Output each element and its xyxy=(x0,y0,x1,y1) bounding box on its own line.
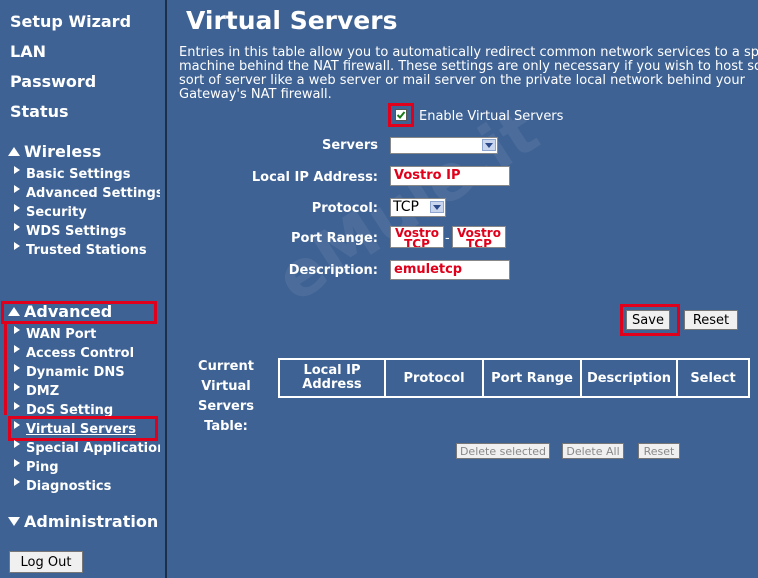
checkmark-icon xyxy=(396,111,406,119)
main-content: eMule.it Virtual Servers Entries in this… xyxy=(174,0,758,578)
bullet-arrow-icon xyxy=(14,459,20,467)
sidebar-item-basic-settings[interactable]: Basic Settings xyxy=(14,166,130,182)
bullet-arrow-icon xyxy=(14,383,20,391)
column-header-local-ip: Local IP Address xyxy=(278,358,386,398)
sidebar-item-dynamic-dns[interactable]: Dynamic DNS xyxy=(14,364,125,380)
protocol-select-value: TCP xyxy=(393,199,419,215)
sidebar-item-label: DMZ xyxy=(26,384,60,399)
enable-virtual-servers-checkbox[interactable] xyxy=(395,109,407,121)
bullet-arrow-icon xyxy=(14,478,20,486)
sidebar-item-dmz[interactable]: DMZ xyxy=(14,383,59,399)
page-title: Virtual Servers xyxy=(186,6,398,35)
sidebar-item-label: Ping xyxy=(26,460,59,475)
sidebar-item-ping[interactable]: Ping xyxy=(14,459,59,475)
delete-all-button[interactable]: Delete All xyxy=(562,443,624,459)
nav-lan[interactable]: LAN xyxy=(10,42,46,61)
reset-button[interactable]: Reset xyxy=(684,310,738,330)
column-header-port-range: Port Range xyxy=(482,358,582,398)
column-header-select: Select xyxy=(676,358,750,398)
bullet-arrow-icon xyxy=(14,440,20,448)
bullet-arrow-icon xyxy=(14,326,20,334)
bullet-arrow-icon xyxy=(14,242,20,250)
port-range-from-field[interactable]: Vostro TCP xyxy=(390,226,444,248)
sidebar-item-label: Advanced Settings xyxy=(26,186,164,201)
sidebar-item-label: WAN Port xyxy=(26,327,97,342)
enable-virtual-servers-label: Enable Virtual Servers xyxy=(419,109,564,124)
sidebar-item-diagnostics[interactable]: Diagnostics xyxy=(14,478,111,494)
column-header-description: Description xyxy=(580,358,678,398)
port-range-label: Port Range: xyxy=(291,231,378,246)
bullet-arrow-icon xyxy=(14,223,20,231)
page-description: Entries in this table allow you to autom… xyxy=(179,45,758,102)
description-field[interactable]: emuletcp xyxy=(390,260,510,280)
section-wireless-label: Wireless xyxy=(24,142,102,161)
highlight-advanced-bracket xyxy=(4,323,10,415)
description-label: Description: xyxy=(288,263,378,278)
bullet-arrow-icon xyxy=(14,345,20,353)
nav-setup-wizard[interactable]: Setup Wizard xyxy=(10,12,131,31)
divider-line xyxy=(165,0,167,578)
table-header-row: Local IP Address Protocol Port Range Des… xyxy=(278,358,750,398)
delete-selected-button[interactable]: Delete selected xyxy=(456,443,550,459)
chevron-down-icon xyxy=(482,139,496,151)
section-administration[interactable]: Administration xyxy=(8,512,158,531)
bullet-arrow-icon xyxy=(14,364,20,372)
highlight-advanced xyxy=(1,301,157,324)
servers-label: Servers xyxy=(321,138,378,153)
chevron-down-icon xyxy=(430,201,444,213)
sidebar-item-label: Dynamic DNS xyxy=(26,365,125,380)
sidebar: Setup Wizard LAN Password Status Wireles… xyxy=(0,0,174,578)
sidebar-item-special-applications[interactable]: Special Applications xyxy=(14,440,174,456)
sidebar-item-label: WDS Settings xyxy=(26,224,127,239)
bullet-arrow-icon xyxy=(14,185,20,193)
sidebar-item-label: Basic Settings xyxy=(26,167,131,182)
virtual-servers-table: Local IP Address Protocol Port Range Des… xyxy=(278,358,750,398)
sidebar-item-wds-settings[interactable]: WDS Settings xyxy=(14,223,126,239)
nav-status[interactable]: Status xyxy=(10,102,69,121)
bullet-arrow-icon xyxy=(14,204,20,212)
nav-password[interactable]: Password xyxy=(10,72,96,91)
logout-button[interactable]: Log Out xyxy=(9,551,83,573)
sidebar-item-label: Access Control xyxy=(26,346,135,361)
save-button[interactable]: Save xyxy=(626,310,670,330)
section-wireless[interactable]: Wireless xyxy=(8,142,101,161)
sidebar-item-advanced-settings[interactable]: Advanced Settings xyxy=(14,185,164,201)
protocol-select[interactable]: TCP xyxy=(390,198,446,217)
protocol-label: Protocol: xyxy=(311,201,378,216)
expand-down-icon xyxy=(8,517,20,526)
port-range-to-field[interactable]: Vostro TCP xyxy=(452,226,506,248)
sidebar-item-label: Trusted Stations xyxy=(26,243,147,258)
sidebar-item-wan-port[interactable]: WAN Port xyxy=(14,326,96,342)
port-range-separator: - xyxy=(445,231,450,246)
bullet-arrow-icon xyxy=(14,402,20,410)
expand-up-icon xyxy=(8,147,20,156)
sidebar-item-label: Special Applications xyxy=(26,441,175,456)
table-reset-button[interactable]: Reset xyxy=(638,443,680,459)
sidebar-item-label: Security xyxy=(26,205,87,220)
panel-divider xyxy=(160,0,174,578)
local-ip-field[interactable]: Vostro IP xyxy=(390,166,510,186)
highlight-virtual-servers xyxy=(8,416,158,441)
sidebar-item-trusted-stations[interactable]: Trusted Stations xyxy=(14,242,147,258)
sidebar-item-access-control[interactable]: Access Control xyxy=(14,345,134,361)
bullet-arrow-icon xyxy=(14,166,20,174)
column-header-protocol: Protocol xyxy=(384,358,484,398)
servers-select[interactable] xyxy=(390,137,498,154)
table-caption: Current Virtual Servers Table: xyxy=(197,359,255,434)
sidebar-item-label: Diagnostics xyxy=(26,479,112,494)
sidebar-item-security[interactable]: Security xyxy=(14,204,87,220)
local-ip-label: Local IP Address: xyxy=(251,170,378,185)
section-administration-label: Administration xyxy=(24,512,159,531)
